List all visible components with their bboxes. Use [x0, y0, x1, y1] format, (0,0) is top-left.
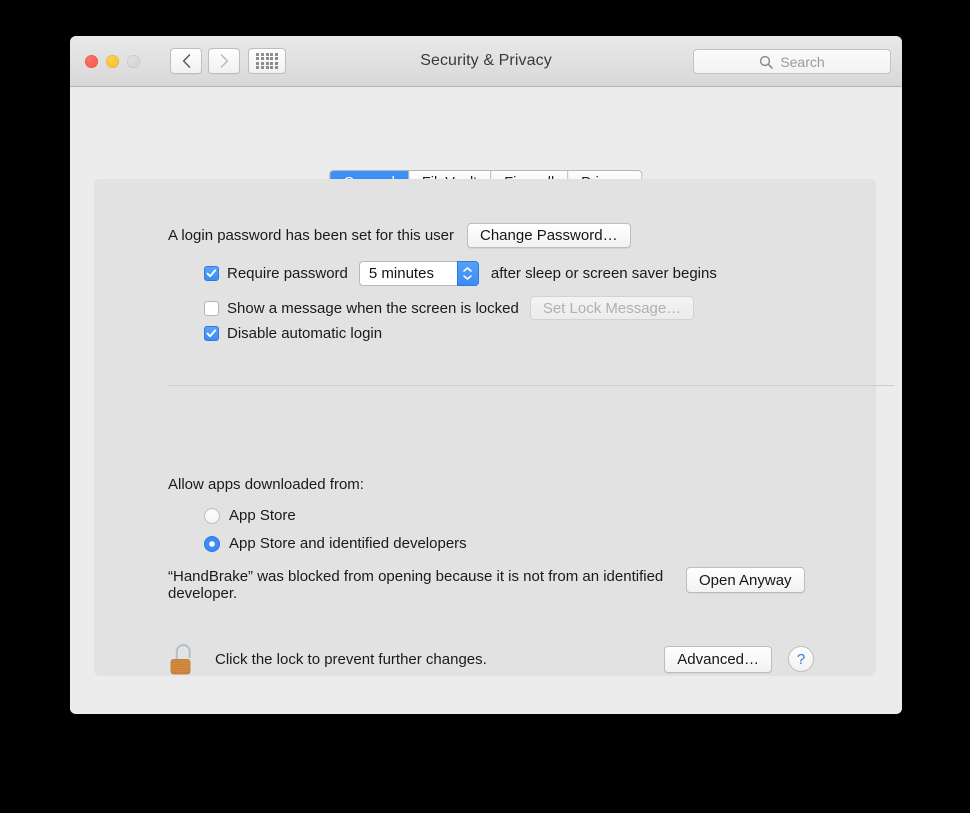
window-titlebar: Security & Privacy Search	[70, 36, 902, 87]
require-password-checkbox[interactable]	[204, 266, 219, 281]
allow-apps-heading: Allow apps downloaded from:	[168, 476, 364, 493]
unlocked-padlock-icon[interactable]	[168, 641, 198, 677]
login-password-status: A login password has been set for this u…	[168, 227, 454, 244]
lock-message-label: Show a message when the screen is locked	[227, 299, 519, 317]
security-privacy-window: Security & Privacy Search General FileVa…	[70, 36, 902, 714]
radio-row-identified-developers[interactable]: App Store and identified developers	[204, 535, 467, 552]
search-field[interactable]: Search	[693, 49, 891, 74]
identified-developers-label: App Store and identified developers	[229, 535, 467, 552]
checkmark-icon	[206, 329, 217, 338]
require-password-delay-value: 5 minutes	[358, 261, 457, 286]
require-password-delay-stepper[interactable]: 5 minutes	[358, 261, 479, 286]
chevron-up-icon	[463, 267, 473, 272]
disable-auto-login-row: Disable automatic login	[204, 325, 382, 342]
section-divider	[168, 385, 894, 386]
help-button[interactable]: ?	[788, 646, 814, 672]
radio-row-app-store[interactable]: App Store	[204, 507, 296, 524]
checkmark-icon	[206, 269, 217, 278]
disable-auto-login-checkbox[interactable]	[204, 326, 219, 341]
lock-hint-text: Click the lock to prevent further change…	[215, 651, 487, 668]
require-password-row: Require password 5 minutes after sleep o…	[204, 261, 717, 286]
window-content: General FileVault Firewall Privacy A log…	[70, 87, 902, 713]
login-password-row: A login password has been set for this u…	[168, 223, 631, 248]
lock-message-row: Show a message when the screen is locked…	[204, 296, 695, 320]
general-settings-panel: A login password has been set for this u…	[94, 179, 894, 676]
require-password-label: Require password	[227, 265, 348, 282]
allow-apps-heading-row: Allow apps downloaded from:	[168, 476, 364, 493]
require-password-suffix: after sleep or screen saver begins	[490, 265, 717, 282]
open-anyway-button[interactable]: Open Anyway	[686, 567, 805, 593]
search-placeholder: Search	[780, 53, 825, 70]
stepper-arrows[interactable]	[456, 261, 479, 286]
chevron-down-icon	[463, 275, 473, 280]
window-footer: Click the lock to prevent further change…	[70, 625, 902, 713]
identified-developers-radio[interactable]	[204, 535, 220, 552]
disable-auto-login-label: Disable automatic login	[227, 325, 383, 342]
advanced-button[interactable]: Advanced…	[664, 646, 772, 673]
app-store-radio[interactable]	[204, 507, 220, 524]
blocked-app-message: “HandBrake” was blocked from opening bec…	[168, 568, 664, 602]
app-store-label: App Store	[229, 507, 296, 524]
search-icon	[760, 55, 774, 69]
set-lock-message-button: Set Lock Message…	[529, 296, 695, 320]
change-password-button[interactable]: Change Password…	[467, 223, 631, 248]
lock-message-checkbox[interactable]	[204, 300, 219, 316]
